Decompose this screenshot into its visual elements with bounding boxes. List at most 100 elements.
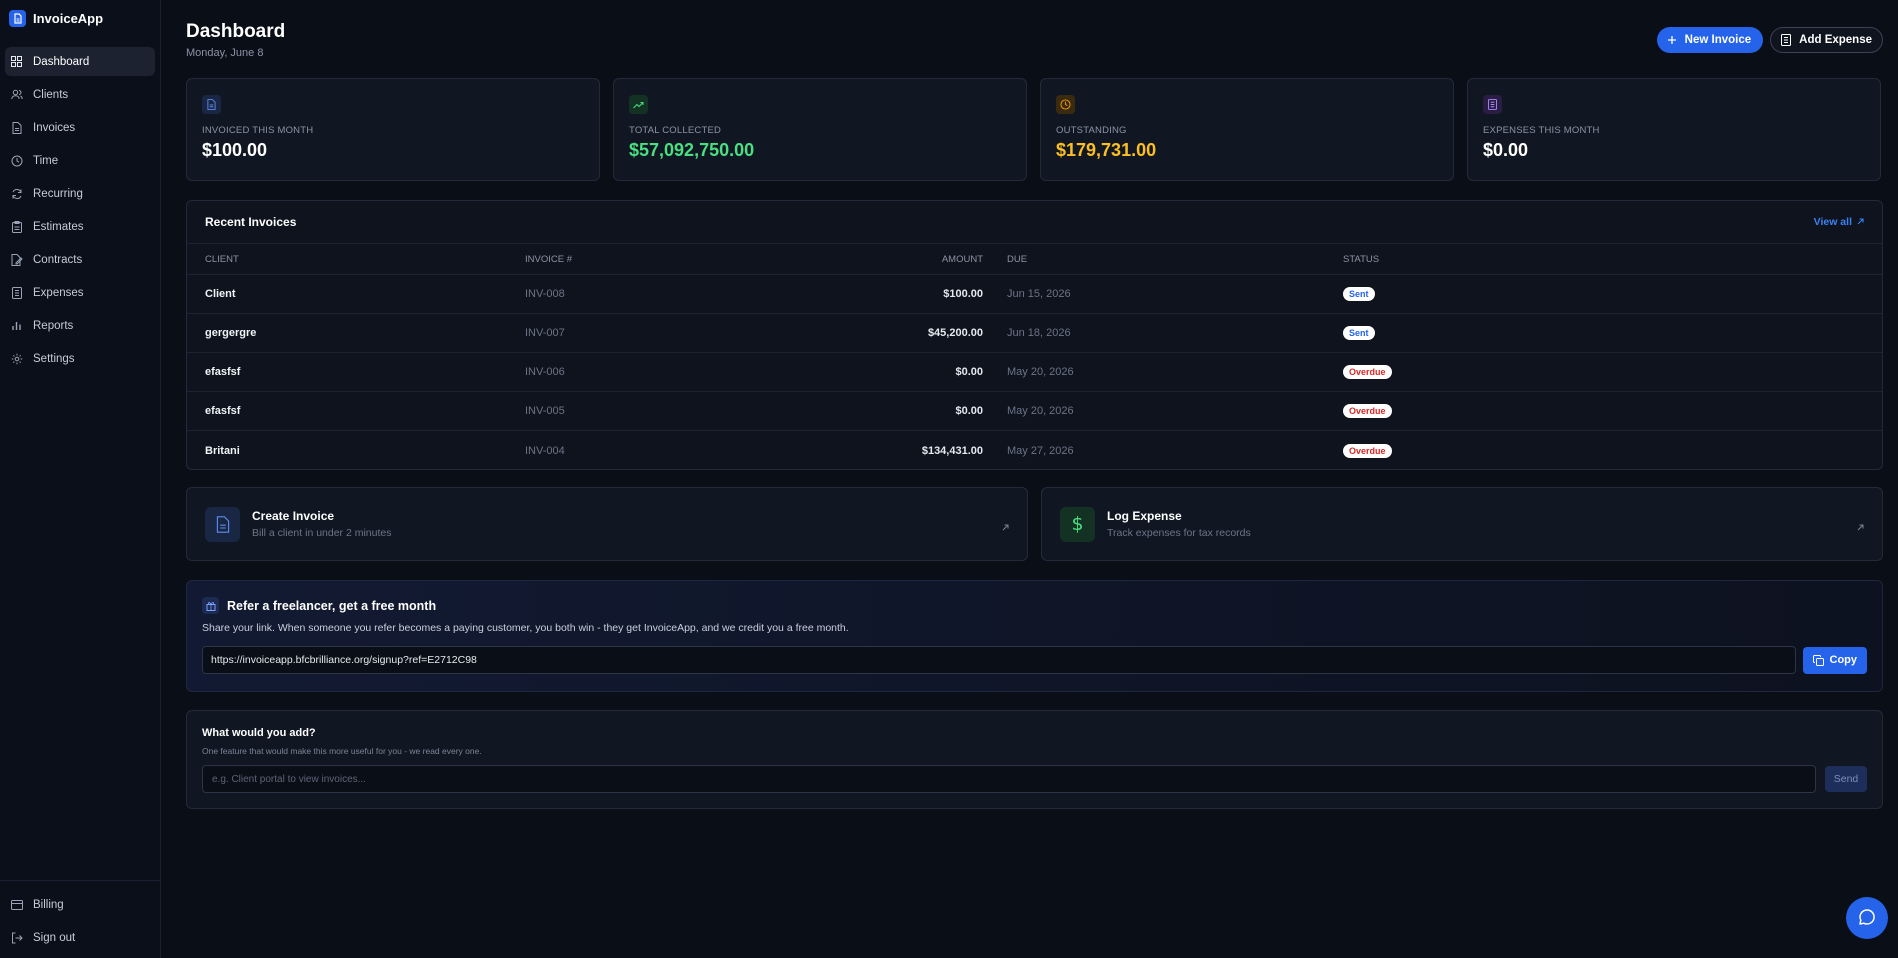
copy-button[interactable]: Copy: [1802, 646, 1867, 674]
clock-icon: [1056, 95, 1075, 114]
receipt-icon: [1781, 34, 1792, 46]
new-invoice-label: New Invoice: [1684, 34, 1752, 46]
recent-invoices-panel: Recent Invoices View all CLIENT INVOICE …: [186, 200, 1883, 470]
table-header: CLIENT INVOICE # AMOUNT DUE STATUS: [187, 244, 1882, 275]
sidebar-item-settings[interactable]: Settings: [5, 344, 155, 373]
cell-status: Overdue: [1343, 404, 1643, 418]
feedback-input[interactable]: e.g. Client portal to view invoices...: [202, 765, 1816, 793]
document-icon: [10, 121, 23, 134]
sidebar-item-expenses[interactable]: Expenses: [5, 278, 155, 307]
stat-value: $100.00: [202, 140, 268, 160]
feedback-title: What would you add?: [202, 727, 316, 739]
sidebar-item-label: Contracts: [33, 253, 83, 266]
cell-status: Sent: [1343, 287, 1643, 301]
status-badge: Overdue: [1343, 365, 1392, 379]
sidebar-item-label: Sign out: [33, 931, 76, 944]
cell-amount: $134,431.00: [921, 444, 983, 457]
referral-header: Refer a freelancer, get a free month: [202, 597, 1867, 614]
receipt-icon: [10, 286, 23, 299]
trending-up-icon: [629, 95, 648, 114]
cell-invoice: INV-004: [525, 444, 565, 457]
sidebar-item-billing[interactable]: Billing: [5, 890, 155, 919]
sidebar-item-invoices[interactable]: Invoices: [5, 113, 155, 142]
log-expense-card[interactable]: $ Log Expense Track expenses for tax rec…: [1041, 487, 1883, 561]
arrow-up-right-icon: [1857, 216, 1864, 228]
status-badge: Overdue: [1343, 404, 1392, 418]
column-header-amount: AMOUNT: [941, 253, 983, 265]
referral-link-row: https://invoiceapp.bfcbrilliance.org/sig…: [202, 646, 1867, 674]
table-row[interactable]: efasfsf INV-005 $0.00 May 20, 2026 Overd…: [187, 392, 1882, 431]
quick-title: Log Expense: [1107, 509, 1182, 523]
sidebar-item-label: Invoices: [33, 121, 76, 134]
new-invoice-button[interactable]: New Invoice: [1656, 27, 1764, 53]
quick-text: Log Expense Track expenses for tax recor…: [1107, 509, 1251, 539]
sidebar-item-sign-out[interactable]: Sign out: [5, 923, 155, 952]
sidebar-item-label: Estimates: [33, 220, 84, 233]
cell-amount: $0.00: [955, 366, 983, 378]
panel-header: Recent Invoices View all: [187, 201, 1882, 244]
sidebar-item-label: Time: [33, 154, 59, 167]
status-badge: Sent: [1343, 326, 1375, 340]
column-header-due: DUE: [1007, 253, 1028, 265]
sidebar-item-contracts[interactable]: Contracts: [5, 245, 155, 274]
table-row[interactable]: efasfsf INV-006 $0.00 May 20, 2026 Overd…: [187, 353, 1882, 392]
sidebar-item-reports[interactable]: Reports: [5, 311, 155, 340]
stat-value: $0.00: [1483, 140, 1529, 160]
sidebar-item-recurring[interactable]: Recurring: [5, 179, 155, 208]
sidebar-item-time[interactable]: Time: [5, 146, 155, 175]
status-badge: Overdue: [1343, 443, 1392, 458]
add-expense-label: Add Expense: [1799, 34, 1872, 46]
cell-invoice: INV-008: [525, 288, 565, 300]
view-all-label: View all: [1813, 216, 1852, 228]
document-icon: [202, 95, 221, 114]
sidebar-item-estimates[interactable]: Estimates: [5, 212, 155, 241]
sidebar-item-label: Billing: [33, 898, 64, 911]
referral-description: Share your link. When someone you refer …: [202, 622, 849, 634]
stat-label: INVOICED THIS MONTH: [202, 125, 314, 136]
sidebar-item-clients[interactable]: Clients: [5, 80, 155, 109]
send-button[interactable]: Send: [1825, 766, 1867, 792]
sidebar-item-dashboard[interactable]: Dashboard: [5, 47, 155, 76]
create-invoice-card[interactable]: Create Invoice Bill a client in under 2 …: [186, 487, 1028, 561]
cell-amount: $0.00: [955, 405, 983, 417]
table-row[interactable]: Britani INV-004 $134,431.00 May 27, 2026…: [187, 431, 1882, 470]
chat-button[interactable]: [1846, 897, 1888, 939]
feedback-panel: What would you add? One feature that wou…: [186, 710, 1883, 809]
stat-card-collected: TOTAL COLLECTED $57,092,750.00: [613, 78, 1027, 181]
quick-text: Create Invoice Bill a client in under 2 …: [252, 509, 392, 539]
contract-icon: [10, 253, 23, 266]
cell-client: gergergre: [205, 327, 257, 339]
stat-label: EXPENSES THIS MONTH: [1483, 125, 1600, 136]
add-expense-button[interactable]: Add Expense: [1770, 27, 1883, 53]
app-name: InvoiceApp: [33, 10, 104, 26]
copy-label: Copy: [1829, 654, 1858, 666]
plus-icon: [1667, 35, 1677, 45]
cell-amount: $45,200.00: [927, 327, 983, 339]
clock-icon: [10, 154, 23, 167]
referral-link-field[interactable]: https://invoiceapp.bfcbrilliance.org/sig…: [202, 646, 1796, 674]
column-header-status: STATUS: [1343, 253, 1380, 265]
sidebar-item-label: Clients: [33, 88, 69, 101]
table-row[interactable]: gergergre INV-007 $45,200.00 Jun 18, 202…: [187, 314, 1882, 353]
cell-due: May 20, 2026: [1007, 405, 1074, 417]
cell-due: May 20, 2026: [1007, 366, 1074, 378]
feedback-subtitle: One feature that would make this more us…: [202, 746, 482, 756]
stat-value: $179,731.00: [1056, 140, 1157, 160]
column-header-invoice: INVOICE #: [525, 253, 572, 265]
dollar-icon: $: [1060, 506, 1095, 542]
table-row[interactable]: Client INV-008 $100.00 Jun 15, 2026 Sent: [187, 275, 1882, 314]
quick-subtitle: Track expenses for tax records: [1107, 527, 1251, 539]
document-icon: [9, 9, 26, 27]
column-header-client: CLIENT: [205, 253, 239, 265]
quick-subtitle: Bill a client in under 2 minutes: [252, 527, 392, 539]
cell-status: Overdue: [1343, 443, 1643, 458]
cell-invoice: INV-006: [525, 366, 565, 378]
brand[interactable]: InvoiceApp: [0, 0, 160, 36]
header-actions: New Invoice Add Expense: [1656, 27, 1883, 53]
sidebar-item-label: Settings: [33, 352, 75, 365]
page-title: Dashboard: [186, 21, 286, 42]
cell-client: efasfsf: [205, 366, 241, 378]
users-icon: [10, 88, 23, 101]
cell-client: Britani: [205, 444, 240, 457]
view-all-link[interactable]: View all: [1814, 216, 1864, 228]
